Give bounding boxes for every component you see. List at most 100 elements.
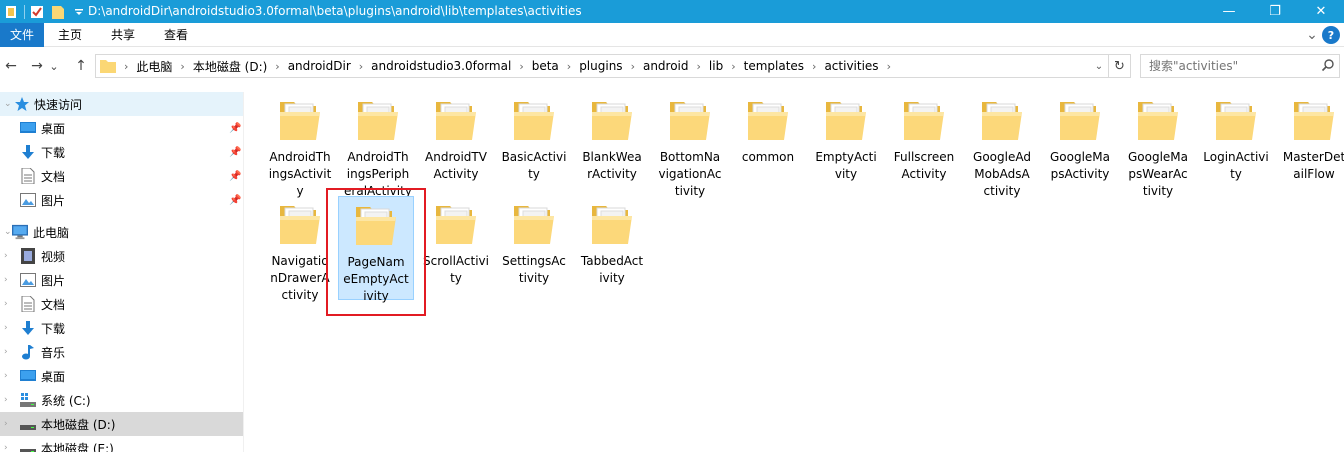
sidebar-item-desktop[interactable]: › 桌面 [0,364,243,388]
sidebar-item-drive-e[interactable]: › 本地磁盘 (E:) [0,436,243,452]
breadcrumb-separator: › [731,59,736,73]
drive-icon [20,440,36,452]
folder-item[interactable]: Fullscreen Activity [886,92,962,183]
sidebar-item-documents[interactable]: 文档 📌 [0,164,243,188]
search-box[interactable] [1140,54,1340,78]
breadcrumb-androiddir[interactable]: androidDir [288,55,351,77]
help-icon[interactable]: ? [1322,26,1340,44]
refresh-button[interactable]: ↻ [1108,55,1130,77]
sidebar-item-music[interactable]: › 音乐 [0,340,243,364]
app-folder-icon[interactable] [2,3,20,21]
tab-view[interactable]: 查看 [154,23,198,47]
sidebar-item-quick-access[interactable]: ⌄ 快速访问 [0,92,243,116]
folder-icon [730,96,806,144]
breadcrumb-templates[interactable]: templates [744,55,804,77]
breadcrumb-separator: › [275,59,280,73]
expand-arrow-icon[interactable]: › [4,347,8,357]
folder-item[interactable]: EmptyActi vity [808,92,884,183]
folder-item[interactable]: SettingsAc tivity [496,196,572,287]
back-button[interactable]: ← [0,53,22,79]
collapse-arrow-icon[interactable]: ⌄ [4,227,12,237]
folder-name-line: AndroidTh [347,150,409,164]
sidebar-item-this-pc[interactable]: ⌄ 此电脑 [0,220,243,244]
tab-home[interactable]: 主页 [48,23,92,47]
breadcrumb-drive-d[interactable]: 本地磁盘 (D:) [193,55,267,77]
close-button[interactable]: ✕ [1298,0,1344,23]
expand-ribbon-icon[interactable]: ⌄ [1302,27,1322,43]
customize-toolbar-icon[interactable] [70,3,88,21]
expand-arrow-icon[interactable]: › [4,419,8,429]
sidebar-item-label: 下载 [41,145,66,160]
sidebar-item-documents[interactable]: › 文档 [0,292,243,316]
folder-name-line: ty [1230,167,1242,181]
breadcrumb-plugins[interactable]: plugins [579,55,622,77]
properties-icon[interactable] [28,3,46,21]
sidebar-item-drive-c[interactable]: › 系统 (C:) [0,388,243,412]
folder-item[interactable]: AndroidTh ingsActivit y [262,92,338,200]
sidebar-item-downloads[interactable]: 下载 📌 [0,140,243,164]
up-button[interactable]: ↑ [70,53,92,79]
download-icon [20,320,36,336]
ribbon-controls: ⌄ ? [1302,23,1344,47]
expand-arrow-icon[interactable]: › [4,275,8,285]
collapse-arrow-icon[interactable]: ⌄ [4,99,12,109]
breadcrumb-this-pc[interactable]: 此电脑 [136,55,172,77]
sidebar-item-pictures[interactable]: 图片 📌 [0,188,243,212]
address-dropdown-icon[interactable]: ⌄ [1090,61,1108,72]
folder-name-line: Activity [433,167,479,181]
folder-icon [1042,96,1118,144]
sidebar-item-downloads[interactable]: › 下载 [0,316,243,340]
address-bar[interactable]: › 此电脑 › 本地磁盘 (D:) › androidDir › android… [95,54,1131,78]
folder-item[interactable]: GoogleAd MobAdsA ctivity [964,92,1040,200]
folder-item[interactable]: GoogleMa psActivity [1042,92,1118,183]
expand-arrow-icon[interactable]: › [4,323,8,333]
folder-item[interactable]: AndroidTV Activity [418,92,494,183]
window-title: D:\androidDir\androidstudio3.0formal\bet… [88,4,582,18]
search-icon[interactable] [1321,58,1335,75]
folder-item[interactable]: AndroidTh ingsPeriph eralActivity [340,92,416,200]
folder-item[interactable]: MasterDet ailFlow [1276,92,1344,183]
sidebar-item-label: 此电脑 [33,225,70,240]
breadcrumb-lib[interactable]: lib [709,55,723,77]
tab-share[interactable]: 共享 [101,23,145,47]
expand-arrow-icon[interactable]: › [4,443,8,452]
new-folder-icon[interactable] [49,3,67,21]
pin-icon[interactable]: 📌 [229,171,241,182]
folder-item[interactable]: TabbedAct ivity [574,196,650,287]
folder-name-line: ivity [599,271,625,285]
breadcrumb-activities[interactable]: activities [824,55,878,77]
expand-arrow-icon[interactable]: › [4,371,8,381]
pin-icon[interactable]: 📌 [229,195,241,206]
folder-item[interactable]: LoginActivi ty [1198,92,1274,183]
folder-item[interactable]: BottomNa vigationAc tivity [652,92,728,200]
expand-arrow-icon[interactable]: › [4,251,8,261]
recent-locations-button[interactable]: ⌄ [46,53,62,79]
sidebar-item-videos[interactable]: › 视频 [0,244,243,268]
sidebar-item-label: 本地磁盘 (D:) [41,417,116,432]
pin-icon[interactable]: 📌 [229,147,241,158]
sidebar-item-pictures[interactable]: › 图片 [0,268,243,292]
pin-icon[interactable]: 📌 [229,123,241,134]
forward-button[interactable]: → [26,53,48,79]
search-input[interactable] [1141,55,1317,77]
drive-icon [20,416,36,432]
folder-item[interactable]: GoogleMa psWearAc tivity [1120,92,1196,200]
desktop-icon [20,368,36,384]
breadcrumb-beta[interactable]: beta [532,55,559,77]
expand-arrow-icon[interactable]: › [4,299,8,309]
restore-button[interactable]: ❐ [1252,0,1298,23]
breadcrumb-android[interactable]: android [643,55,689,77]
minimize-button[interactable]: — [1206,0,1252,23]
folder-item[interactable]: BasicActivi ty [496,92,572,183]
folder-item[interactable]: BlankWea rActivity [574,92,650,183]
breadcrumb-androidstudio[interactable]: androidstudio3.0formal [371,55,511,77]
breadcrumb-separator: › [519,59,524,73]
folder-item[interactable]: ScrollActivi ty [418,196,494,287]
folder-name: AndroidTV Activity [418,149,494,183]
tab-file[interactable]: 文件 [0,23,44,47]
sidebar-item-drive-d[interactable]: › 本地磁盘 (D:) [0,412,243,436]
download-icon [20,144,36,160]
folder-item[interactable]: common [730,92,806,166]
sidebar-item-desktop[interactable]: 桌面 📌 [0,116,243,140]
expand-arrow-icon[interactable]: › [4,395,8,405]
